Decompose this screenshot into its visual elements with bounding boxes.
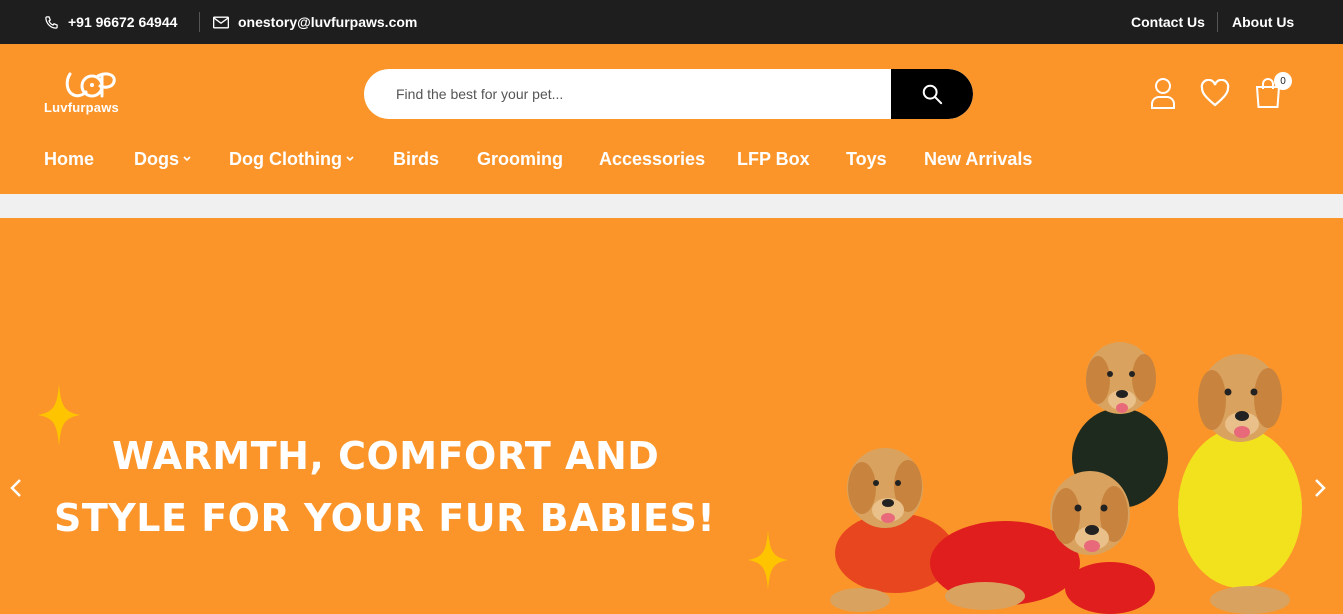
nav-item-dog-clothing[interactable]: Dog Clothing (229, 144, 354, 174)
chevron-down-icon (346, 156, 354, 162)
nav-item-birds[interactable]: Birds (393, 144, 439, 174)
hero-image (830, 342, 1302, 614)
wishlist-button[interactable] (1199, 76, 1231, 110)
prev-slide-button[interactable] (6, 476, 26, 500)
nav-label: Dogs (134, 148, 179, 169)
dog-orange-jacket (830, 448, 955, 612)
nav-label: Home (44, 148, 95, 169)
search-input[interactable] (364, 69, 891, 119)
cart-count-badge: 0 (1274, 72, 1292, 90)
email-contact[interactable]: onestory@luvfurpaws.com (213, 0, 417, 44)
site-header: Luvfurpaws 0 Home Dogs Dog Clothing Bird… (0, 44, 1343, 194)
phone-number: +91 96672 64944 (68, 14, 178, 30)
logo[interactable]: Luvfurpaws (42, 70, 134, 118)
search-bar (364, 69, 973, 119)
nav-item-home[interactable]: Home (44, 144, 94, 174)
top-bar: +91 96672 64944 onestory@luvfurpaws.com … (0, 0, 1343, 44)
header-spacer (0, 194, 1343, 218)
email-address: onestory@luvfurpaws.com (238, 14, 418, 30)
logo-text: Luvfurpaws (44, 100, 119, 115)
account-button[interactable] (1147, 76, 1179, 110)
heart-icon (1200, 79, 1230, 107)
nav-label: Dog Clothing (229, 148, 342, 169)
sparkle-icon (38, 384, 80, 446)
nav-label: Birds (393, 148, 440, 169)
nav-item-accessories[interactable]: Accessories (599, 144, 705, 174)
sparkle-icon (748, 530, 788, 590)
topbar-divider (1217, 12, 1218, 32)
chevron-left-icon (10, 479, 21, 497)
hero-banner: WARMTH, COMFORT AND STYLE FOR YOUR FUR B… (0, 218, 1343, 614)
hero-headline-line2: STYLE FOR YOUR FUR BABIES! (54, 496, 716, 540)
dog-yellow-jacket (1178, 354, 1302, 614)
nav-label: Accessories (599, 148, 706, 169)
chevron-down-icon (183, 156, 191, 162)
nav-item-dogs[interactable]: Dogs (134, 144, 191, 174)
topbar-divider (199, 12, 200, 32)
logo-mark (65, 72, 116, 98)
phone-icon (45, 15, 58, 29)
nav-item-lfp-box[interactable]: LFP Box (737, 144, 810, 174)
about-us-link[interactable]: About Us (1232, 0, 1294, 44)
user-icon (1151, 78, 1175, 109)
contact-us-link[interactable]: Contact Us (1131, 0, 1205, 44)
main-nav: Home Dogs Dog Clothing Birds Grooming Ac… (0, 144, 1343, 174)
search-button[interactable] (891, 69, 973, 119)
phone-contact[interactable]: +91 96672 64944 (44, 0, 177, 44)
nav-label: New Arrivals (924, 148, 1033, 169)
nav-item-new-arrivals[interactable]: New Arrivals (924, 144, 1032, 174)
nav-label: Toys (846, 148, 887, 169)
nav-item-toys[interactable]: Toys (846, 144, 887, 174)
nav-item-grooming[interactable]: Grooming (477, 144, 563, 174)
search-icon (922, 84, 943, 105)
nav-label: Grooming (477, 148, 563, 169)
hero-headline-line1: WARMTH, COMFORT AND (112, 434, 660, 478)
mail-icon (213, 16, 229, 28)
nav-label: LFP Box (737, 148, 810, 169)
